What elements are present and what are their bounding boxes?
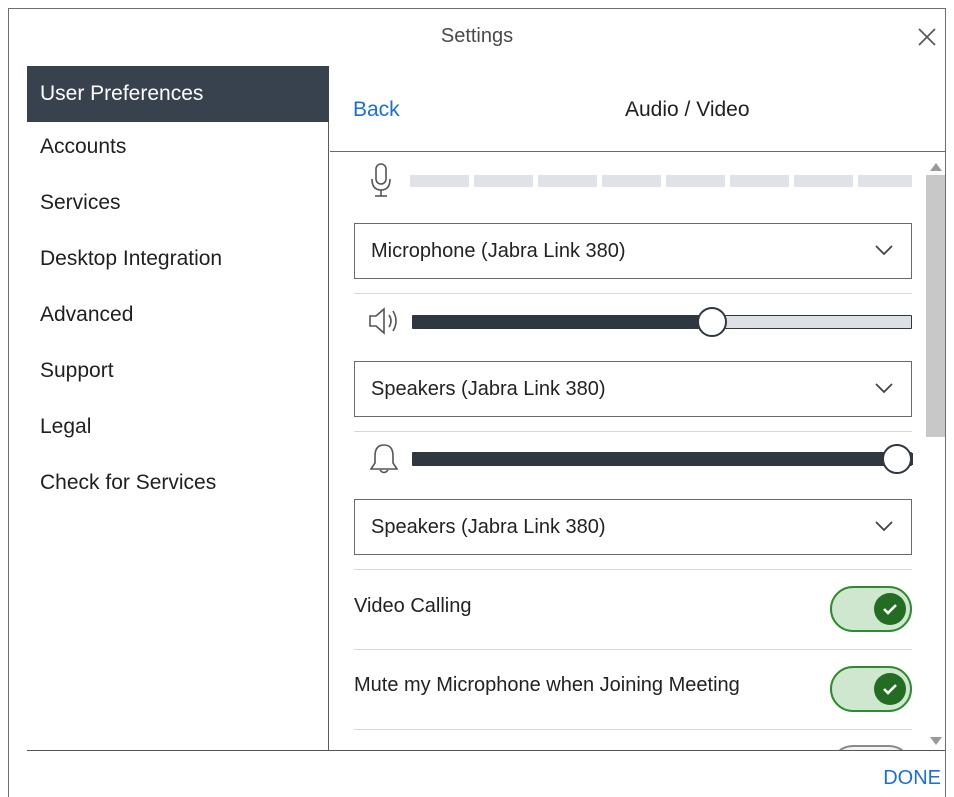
divider — [354, 293, 912, 294]
sidebar-item-support[interactable]: Support — [27, 346, 329, 402]
speaker-select[interactable]: Speakers (Jabra Link 380) — [354, 361, 912, 417]
microphone-icon — [368, 161, 394, 204]
audio-video-panel: Back Audio / Video Microphone (Jabra Lin… — [330, 66, 945, 750]
speaker-select-value: Speakers (Jabra Link 380) — [371, 378, 606, 400]
panel-header: Back Audio / Video — [330, 66, 945, 152]
scroll-down-icon[interactable] — [929, 733, 943, 750]
mute-microphone-toggle[interactable] — [830, 666, 912, 712]
chevron-down-icon — [875, 519, 893, 537]
content-scrollbar[interactable] — [924, 153, 945, 750]
back-link[interactable]: Back — [353, 98, 400, 122]
microphone-select-value: Microphone (Jabra Link 380) — [371, 240, 626, 262]
sidebar-item-check-for-services[interactable]: Check for Services — [27, 458, 329, 514]
ringer-volume-thumb[interactable] — [882, 444, 912, 474]
chevron-down-icon — [875, 243, 893, 261]
sidebar-item-accounts[interactable]: Accounts — [27, 122, 329, 178]
speaker-volume-slider[interactable] — [412, 315, 912, 329]
level-segment — [602, 175, 661, 187]
level-segment — [410, 175, 469, 187]
level-segment — [858, 175, 912, 187]
settings-dialog: Settings User Preferences Accounts Servi… — [8, 8, 946, 797]
title-bar: Settings — [9, 9, 945, 65]
settings-sidebar: User Preferences Accounts Services Deskt… — [27, 66, 329, 750]
check-icon — [874, 593, 906, 625]
ringer-select[interactable]: Speakers (Jabra Link 380) — [354, 499, 912, 555]
ringer-select-value: Speakers (Jabra Link 380) — [371, 516, 606, 538]
microphone-select[interactable]: Microphone (Jabra Link 380) — [354, 223, 912, 279]
check-icon — [874, 673, 906, 705]
sidebar-item-legal[interactable]: Legal — [27, 402, 329, 458]
sidebar-item-advanced[interactable]: Advanced — [27, 290, 329, 346]
sidebar-item-desktop-integration[interactable]: Desktop Integration — [27, 234, 329, 290]
sidebar-item-user-preferences[interactable]: User Preferences — [27, 66, 329, 122]
audio-video-content: Microphone (Jabra Link 380) Speakers (Ja… — [330, 153, 945, 750]
bell-icon — [368, 442, 400, 481]
level-segment — [794, 175, 853, 187]
dialog-title: Settings — [440, 25, 514, 47]
panel-title: Audio / Video — [625, 98, 750, 121]
level-segment — [538, 175, 597, 187]
speaker-volume-icon — [366, 303, 410, 344]
level-segment — [474, 175, 533, 187]
level-segment — [666, 175, 725, 187]
footer-divider — [27, 750, 945, 751]
level-segment — [730, 175, 789, 187]
speaker-volume-fill — [413, 316, 713, 328]
scrollbar-thumb[interactable] — [926, 175, 945, 437]
chevron-down-icon — [875, 381, 893, 399]
mute-microphone-label: Mute my Microphone when Joining Meeting — [354, 674, 740, 696]
divider — [354, 431, 912, 432]
divider — [354, 569, 912, 570]
ringer-volume-slider[interactable] — [412, 452, 913, 466]
ringer-volume-fill — [413, 453, 913, 465]
sidebar-item-services[interactable]: Services — [27, 178, 329, 234]
done-button[interactable]: DONE — [883, 767, 941, 790]
divider — [354, 729, 912, 730]
close-icon[interactable] — [913, 23, 941, 51]
video-calling-label: Video Calling — [354, 595, 472, 617]
speaker-volume-thumb[interactable] — [697, 307, 727, 337]
divider — [354, 649, 912, 650]
video-calling-toggle[interactable] — [830, 586, 912, 632]
